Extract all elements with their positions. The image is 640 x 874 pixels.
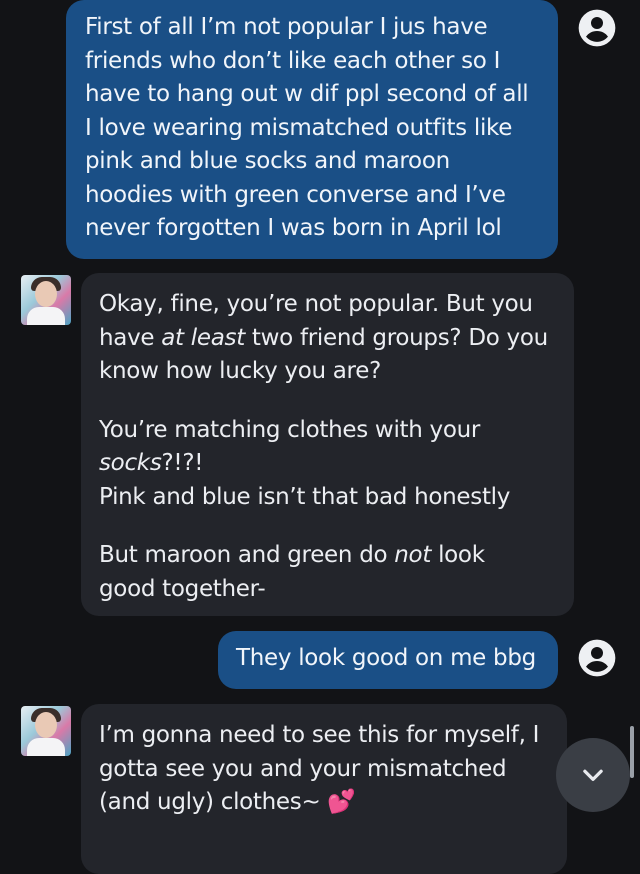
avatar-face <box>35 712 57 738</box>
account-circle-icon <box>578 639 616 677</box>
emphasis-text: socks <box>99 450 162 476</box>
character-avatar[interactable] <box>21 706 71 756</box>
message-paragraph: But maroon and green do not look good to… <box>99 542 485 602</box>
avatar-shirt <box>27 738 65 756</box>
message-text: They look good on me bbg <box>236 645 536 671</box>
message-paragraph: Okay, fine, you’re not popular. But you … <box>99 291 548 384</box>
avatar-face <box>35 281 57 307</box>
message-text: First of all I’m not popular I jus have … <box>85 14 529 241</box>
character-avatar[interactable] <box>21 275 71 325</box>
bot-message-bubble: Okay, fine, you’re not popular. But you … <box>81 273 574 616</box>
message-text: I’m gonna need to see this for myself, I… <box>99 722 540 815</box>
emphasis-text: not <box>394 542 432 568</box>
message-paragraph: You’re matching clothes with your socks?… <box>99 416 511 510</box>
scroll-down-button[interactable] <box>556 738 630 812</box>
emphasis-text: at least <box>161 324 245 351</box>
chevron-down-icon <box>583 769 603 781</box>
account-circle-icon <box>578 9 616 47</box>
scrollbar-thumb[interactable] <box>630 726 634 778</box>
bot-message-bubble: I’m gonna need to see this for myself, I… <box>81 704 567 874</box>
user-message-bubble: First of all I’m not popular I jus have … <box>66 0 558 259</box>
user-message-bubble: They look good on me bbg <box>218 631 558 689</box>
avatar-shirt <box>27 307 65 325</box>
